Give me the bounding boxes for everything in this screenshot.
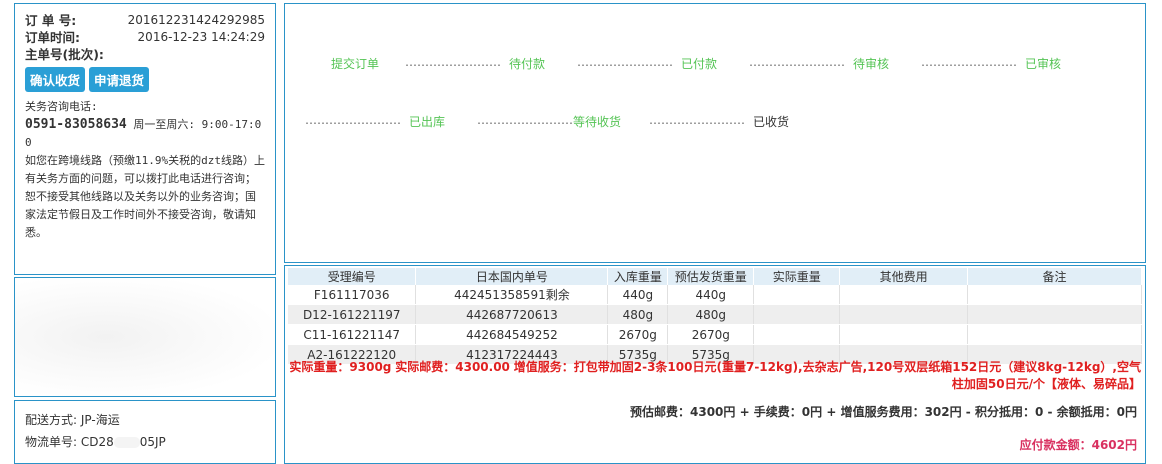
items-table: 受理编号 日本国内单号 入库重量 预估发货重量 实际重量 其他费用 备注 F16…: [288, 268, 1142, 365]
step-connector: ……………………: [305, 113, 401, 127]
cell-actual-weight: [753, 324, 841, 345]
step-shipped-out: 已出库: [409, 115, 446, 129]
cell-actual-weight: [753, 285, 841, 305]
header-other-fees: 其他费用: [839, 268, 969, 285]
items-panel: 受理编号 日本国内单号 入库重量 预估发货重量 实际重量 其他费用 备注 F16…: [284, 265, 1146, 464]
tracking-redaction: [113, 437, 140, 448]
cell-accept-no: D12-161221197: [288, 304, 417, 325]
batch-row: 主单号(批次):: [25, 46, 265, 63]
cell-remarks: [967, 285, 1142, 305]
step-pending-review: 待审核: [853, 57, 890, 71]
cell-jp-tracking: 442451358591剩余: [415, 285, 609, 305]
order-time-row: 订单时间: 2016-12-23 14:24:29: [25, 29, 265, 46]
cell-est-weight: 480g: [667, 304, 755, 325]
header-actual-weight: 实际重量: [753, 268, 841, 285]
order-number: 201612231424292985: [127, 13, 265, 27]
payable-amount: 应付款金额：4602円: [1019, 438, 1137, 452]
cell-remarks: [967, 304, 1142, 325]
shipping-method-row: 配送方式: JP-海运: [25, 409, 265, 431]
blurred-image-panel: [14, 277, 276, 397]
header-est-weight: 预估发货重量: [667, 268, 755, 285]
table-row: F161117036 442451358591剩余 440g 440g: [288, 285, 1142, 305]
tracking-prefix: CD28: [80, 435, 114, 449]
step-paid: 已付款: [681, 57, 718, 71]
order-actions: 确认收货 申请退货: [25, 67, 265, 92]
step-connector: ……………………: [477, 113, 573, 127]
order-time-label: 订单时间:: [25, 30, 80, 45]
order-summary: 实际重量：9300g 实际邮费：4300.00 增值服务：打包带加固2-3条10…: [285, 359, 1141, 393]
cell-remarks: [967, 324, 1142, 345]
batch-label: 主单号(批次):: [25, 47, 104, 62]
cell-accept-no: F161117036: [288, 285, 417, 305]
cell-inbound-weight: 2670g: [607, 324, 669, 345]
header-inbound-weight: 入库重量: [607, 268, 669, 285]
tracking-suffix: 05JP: [139, 435, 166, 449]
request-return-button[interactable]: 申请退货: [89, 67, 150, 92]
order-info-panel: 订 单 号: 201612231424292985 订单时间: 2016-12-…: [14, 3, 276, 275]
header-accept-no: 受理编号: [288, 268, 417, 285]
actual-postage-value: 4300.00: [455, 360, 510, 374]
actual-postage-label: 实际邮费：: [395, 360, 456, 374]
cell-est-weight: 440g: [667, 285, 755, 305]
blurred-image: [15, 278, 275, 396]
step-connector: ……………………: [921, 55, 1017, 69]
shipping-panel: 配送方式: JP-海运 物流单号: CD28 05JP: [14, 400, 276, 464]
header-remarks: 备注: [967, 268, 1142, 285]
cell-other-fees: [839, 324, 969, 345]
cell-actual-weight: [753, 304, 841, 325]
value-added-service-label: 增值服务：: [513, 360, 574, 374]
step-awaiting-receipt: 等待收货: [573, 115, 622, 129]
table-row: D12-161221197 442687720613 480g 480g: [288, 304, 1142, 325]
order-number-row: 订 单 号: 201612231424292985: [25, 12, 265, 29]
customs-label: 关务咨询电话:: [25, 100, 98, 113]
step-pending-payment: 待付款: [509, 57, 546, 71]
cell-inbound-weight: 440g: [607, 285, 669, 305]
step-connector: ……………………: [405, 55, 501, 69]
table-header-row: 受理编号 日本国内单号 入库重量 预估发货重量 实际重量 其他费用 备注: [288, 268, 1142, 285]
confirm-receipt-button[interactable]: 确认收货: [25, 67, 86, 92]
value-added-service-text: 打包带加固2-3条100日元(重量7-12kg),去杂志广告,120号双层纸箱1…: [573, 360, 1141, 391]
actual-weight-value: 9300g: [349, 360, 392, 374]
step-connector: ……………………: [749, 55, 845, 69]
cell-inbound-weight: 480g: [607, 304, 669, 325]
cell-other-fees: [839, 285, 969, 305]
cell-accept-no: C11-161221147: [288, 324, 417, 345]
step-connector: ……………………: [577, 55, 673, 69]
step-connector: ……………………: [649, 113, 745, 127]
order-time: 2016-12-23 14:24:29: [137, 30, 265, 44]
actual-weight-label: 实际重量：: [289, 360, 350, 374]
table-row: C11-161221147 442684549252 2670g 2670g: [288, 324, 1142, 345]
order-number-label: 订 单 号:: [25, 13, 77, 28]
cell-jp-tracking: 442687720613: [415, 304, 609, 325]
fee-breakdown: 预估邮费：4300円 + 手续费：0円 + 增值服务费用：302円 - 积分抵用…: [630, 405, 1137, 419]
customs-notice: 关务咨询电话: 0591-83058634 周一至周六: 9:00-17:00 …: [25, 98, 265, 242]
tracking-label: 物流单号:: [25, 435, 81, 449]
step-submit-order: 提交订单: [331, 57, 380, 71]
customs-phone: 0591-83058634: [25, 117, 127, 132]
cell-est-weight: 2670g: [667, 324, 755, 345]
tracking-row: 物流单号: CD28 05JP: [25, 431, 265, 453]
step-reviewed: 已审核: [1025, 57, 1062, 71]
cell-other-fees: [839, 304, 969, 325]
shipping-method-label: 配送方式:: [25, 413, 81, 427]
customs-notice-text: 如您在跨境线路（预缴11.9%关税的dzt线路）上有关务方面的问题，可以拨打此电…: [25, 154, 265, 239]
header-jp-tracking: 日本国内单号: [415, 268, 609, 285]
shipping-method: JP-海运: [80, 413, 120, 427]
cell-jp-tracking: 442684549252: [415, 324, 609, 345]
order-progress-panel: 提交订单 …………………… 待付款 …………………… 已付款 …………………… …: [284, 3, 1146, 263]
step-received: 已收货: [753, 115, 790, 129]
